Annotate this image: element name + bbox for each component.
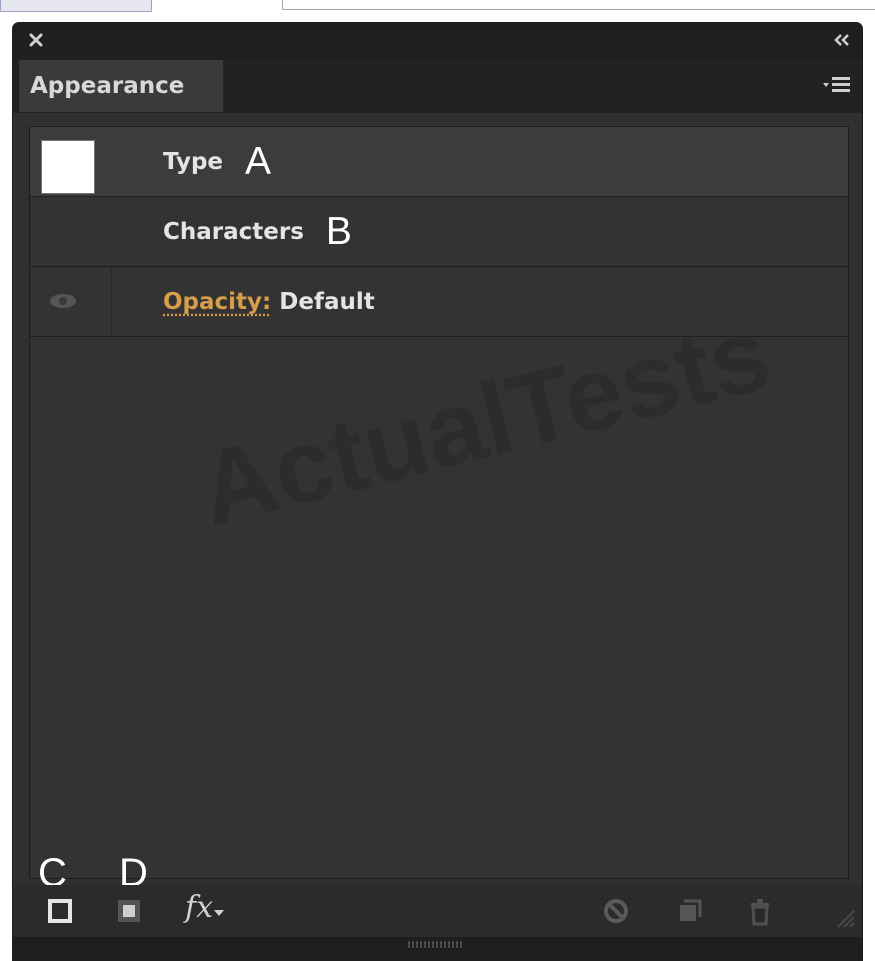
add-effect-button[interactable]: fx <box>185 890 225 925</box>
list-item-characters[interactable]: Characters B <box>30 197 848 267</box>
drag-handle[interactable] <box>408 941 463 948</box>
chevron-down-icon <box>214 910 225 916</box>
row-label-type: Type <box>163 149 224 175</box>
row-label-characters: Characters <box>163 219 304 245</box>
callout-a: A <box>245 140 272 183</box>
panel-menu-icon[interactable] <box>822 75 852 95</box>
opacity-value: Default <box>279 289 375 315</box>
resize-grip-icon[interactable] <box>834 907 856 929</box>
delete-item-icon[interactable] <box>747 896 773 926</box>
opacity-link[interactable]: Opacity: <box>163 289 271 315</box>
add-new-fill-icon[interactable] <box>116 898 142 924</box>
background-strip-left <box>0 0 152 12</box>
visibility-eye-icon[interactable] <box>47 290 79 312</box>
panel-statusbar <box>13 937 862 961</box>
panel-tabbar: Appearance <box>13 59 862 113</box>
background-strip-right <box>282 0 875 10</box>
collapse-panel-icon[interactable] <box>832 32 852 48</box>
panel-footer-toolbar: fx <box>13 885 862 937</box>
list-item-type[interactable]: Type A <box>30 127 848 197</box>
clear-appearance-icon[interactable] <box>602 897 630 925</box>
panel-titlebar <box>13 23 862 59</box>
appearance-panel: Appearance Type A Characters B Opacity: … <box>13 23 862 961</box>
color-swatch[interactable] <box>41 140 95 194</box>
close-icon[interactable] <box>25 29 47 51</box>
callout-b: B <box>325 210 352 253</box>
fx-label: fx <box>185 890 214 925</box>
tab-appearance[interactable]: Appearance <box>19 60 223 112</box>
add-new-stroke-icon[interactable] <box>47 898 73 924</box>
duplicate-item-icon[interactable] <box>676 897 704 925</box>
appearance-attribute-list: Type A Characters B Opacity: Default <box>29 126 849 879</box>
